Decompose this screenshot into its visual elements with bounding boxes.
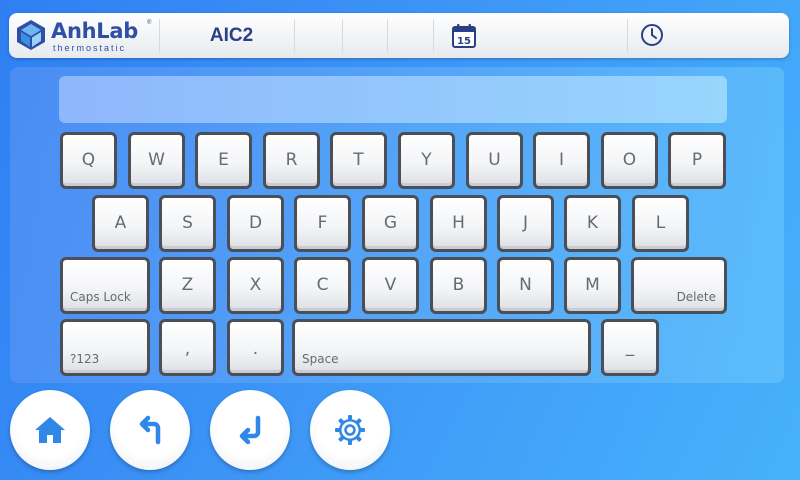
brand-subtitle: thermostatic — [53, 43, 127, 53]
key-underscore[interactable]: _ — [601, 319, 659, 376]
enter-icon — [239, 415, 261, 445]
divider — [159, 19, 160, 52]
settings-button[interactable] — [310, 390, 390, 470]
divider — [294, 19, 295, 52]
key-s[interactable]: S — [159, 195, 216, 252]
key-q[interactable]: Q — [60, 132, 117, 189]
caps-lock-key[interactable]: Caps Lock — [60, 257, 150, 314]
key-b[interactable]: B — [430, 257, 487, 314]
key-a[interactable]: A — [92, 195, 149, 252]
key-o[interactable]: O — [601, 132, 658, 189]
key-n[interactable]: N — [497, 257, 554, 314]
back-button[interactable] — [110, 390, 190, 470]
key-w[interactable]: W — [128, 132, 185, 189]
divider — [387, 19, 388, 52]
calendar-day: 15 — [457, 36, 471, 47]
key-y[interactable]: Y — [398, 132, 455, 189]
home-icon — [35, 417, 65, 443]
anhlab-logo: AnhLab ® thermostatic — [15, 19, 155, 53]
key-z[interactable]: Z — [159, 257, 216, 314]
space-key[interactable]: Space — [292, 319, 591, 376]
key-r[interactable]: R — [263, 132, 320, 189]
back-arrow-icon — [139, 415, 161, 445]
registered-mark: ® — [147, 20, 152, 26]
key-comma[interactable]: , — [159, 319, 216, 376]
device-name: AIC2 — [209, 25, 254, 46]
key-c[interactable]: C — [294, 257, 351, 314]
key-h[interactable]: H — [430, 195, 487, 252]
logo-cube-icon — [17, 20, 45, 50]
key-e[interactable]: E — [195, 132, 252, 189]
enter-button[interactable] — [210, 390, 290, 470]
key-u[interactable]: U — [466, 132, 523, 189]
key-i[interactable]: I — [533, 132, 590, 189]
divider — [342, 19, 343, 52]
key-j[interactable]: J — [497, 195, 554, 252]
delete-key[interactable]: Delete — [631, 257, 727, 314]
key-k[interactable]: K — [564, 195, 621, 252]
key-l[interactable]: L — [632, 195, 689, 252]
key-d[interactable]: D — [227, 195, 284, 252]
clock-icon[interactable] — [640, 23, 664, 47]
divider — [433, 19, 434, 52]
text-input-field[interactable] — [59, 76, 727, 123]
key-v[interactable]: V — [362, 257, 419, 314]
key-g[interactable]: G — [362, 195, 419, 252]
calendar-icon[interactable]: 15 — [451, 23, 477, 49]
key-t[interactable]: T — [330, 132, 387, 189]
key-f[interactable]: F — [294, 195, 351, 252]
divider — [627, 19, 628, 52]
key-period[interactable]: . — [227, 319, 284, 376]
key-p[interactable]: P — [668, 132, 726, 189]
key-m[interactable]: M — [564, 257, 621, 314]
top-bar: AnhLab ® thermostatic AIC2 15 — [9, 13, 789, 58]
home-button[interactable] — [10, 390, 90, 470]
key-x[interactable]: X — [227, 257, 284, 314]
brand-name: AnhLab — [51, 19, 138, 43]
gear-icon — [335, 415, 365, 445]
numbers-toggle-key[interactable]: ?123 — [60, 319, 150, 376]
